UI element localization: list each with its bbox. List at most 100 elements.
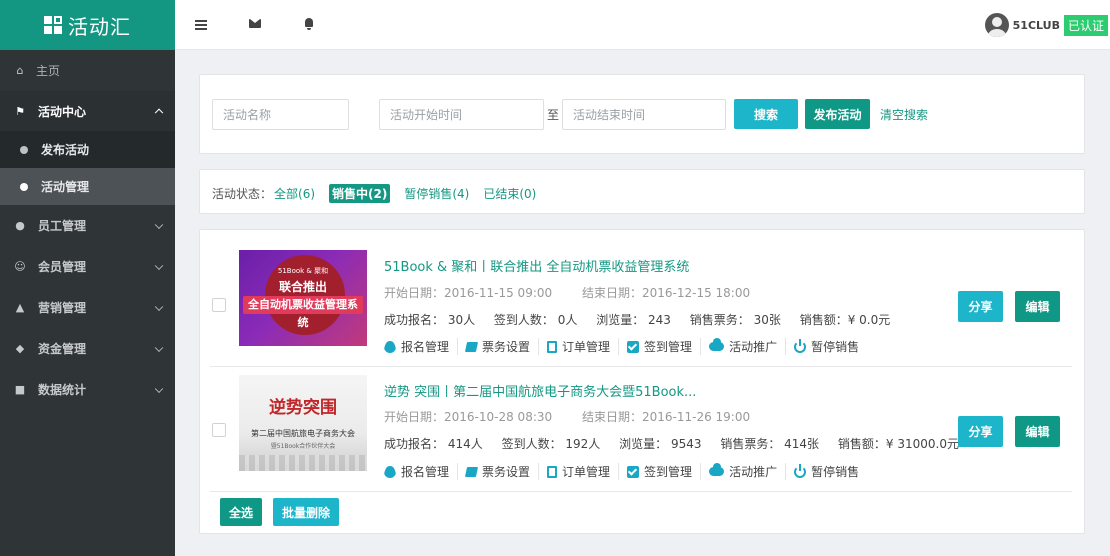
- row-checkbox[interactable]: [212, 298, 226, 312]
- select-all-button[interactable]: 全选: [220, 498, 262, 526]
- action-label: 订单管理: [562, 340, 611, 354]
- checkin-count: 签到人数： 0人: [493, 313, 578, 327]
- sidebar-item-activity-center[interactable]: ⚑ 活动中心: [0, 91, 175, 131]
- chevron-up-icon: [154, 108, 164, 118]
- status-filter: 活动状态： 全部(6) 销售中(2) 暂停销售(4) 已结束(0): [212, 184, 550, 203]
- tickets-sold: 销售票务： 414张: [720, 437, 820, 451]
- list-item: 51Book & 聚和 联合推出 全自动机票收益管理系统 51Book & 聚和…: [200, 240, 1084, 364]
- cloud-icon: [709, 463, 725, 476]
- ticket-settings-link[interactable]: 票务设置: [464, 338, 540, 355]
- action-label: 票务设置: [482, 465, 531, 479]
- signup-count: 成功报名： 414人: [384, 437, 483, 451]
- action-label: 活动推广: [729, 465, 778, 479]
- status-paused[interactable]: 暂停销售(4): [404, 185, 469, 202]
- thumb-line: 第二届中国航旅电子商务大会: [251, 429, 355, 438]
- sidebar-item-funds[interactable]: ◆ 资金管理: [0, 328, 175, 369]
- revenue: 销售额：¥ 31000.0元: [837, 437, 959, 451]
- sidebar-subitem-manage[interactable]: 活动管理: [0, 168, 175, 205]
- start-time-input[interactable]: [379, 99, 544, 130]
- sidebar-item-label: 数据统计: [38, 383, 87, 397]
- search-panel: 至 搜索 发布活动 清空搜索: [199, 74, 1085, 154]
- checkin-management-link[interactable]: 签到管理: [627, 463, 702, 480]
- range-separator: 至: [547, 108, 560, 122]
- registration-management-link[interactable]: 报名管理: [384, 463, 459, 480]
- signup-count: 成功报名： 30人: [384, 313, 476, 327]
- status-ended[interactable]: 已结束(0): [483, 185, 536, 202]
- app-logo[interactable]: 活动汇: [0, 0, 175, 50]
- thumb-band: 全自动机票收益管理系统: [243, 296, 363, 329]
- activity-stats: 成功报名： 414人 签到人数： 192人 浏览量： 9543 销售票务： 41…: [384, 435, 974, 452]
- sidebar-item-staff[interactable]: ● 员工管理: [0, 205, 175, 246]
- smile-icon: ☺: [14, 260, 26, 273]
- power-icon: [794, 338, 807, 353]
- activity-name-input[interactable]: [212, 99, 349, 130]
- sidebar-item-members[interactable]: ☺ 会员管理: [0, 246, 175, 287]
- ticket-icon: [464, 466, 479, 477]
- end-time-input[interactable]: [562, 99, 726, 130]
- action-label: 活动推广: [729, 340, 778, 354]
- chevron-down-icon: [154, 302, 164, 311]
- clear-search-link[interactable]: 清空搜索: [880, 106, 928, 123]
- person-icon: [384, 465, 396, 478]
- batch-delete-button[interactable]: 批量删除: [273, 498, 339, 526]
- row-checkbox[interactable]: [212, 423, 226, 437]
- checkin-management-link[interactable]: 签到管理: [627, 338, 702, 355]
- view-count: 浏览量： 9543: [619, 437, 702, 451]
- pause-sales-link[interactable]: 暂停销售: [794, 338, 867, 355]
- activity-title[interactable]: 51Book & 聚和丨联合推出 全自动机票收益管理系统: [384, 256, 689, 275]
- power-icon: [794, 463, 807, 478]
- sidebar-item-statistics[interactable]: ■ 数据统计: [0, 369, 175, 410]
- pause-sales-link[interactable]: 暂停销售: [794, 463, 867, 480]
- home-icon: ⌂: [16, 64, 24, 77]
- activity-actions: 报名管理 票务设置 订单管理 签到管理 活动推广 暂停销售: [384, 463, 875, 480]
- check-square-icon: [627, 465, 640, 478]
- search-button[interactable]: 搜索: [734, 99, 798, 129]
- activity-title[interactable]: 逆势 突围丨第二届中国航旅电子商务大会暨51Book...: [384, 381, 696, 400]
- mail-icon[interactable]: [249, 19, 261, 28]
- sidebar-item-label: 资金管理: [38, 342, 87, 356]
- users-icon: ●: [15, 219, 25, 232]
- promotion-link[interactable]: 活动推广: [709, 463, 787, 480]
- activity-dates: 开始日期：2016-11-15 09:00 结束日期：2016-12-15 18…: [384, 284, 776, 301]
- share-button[interactable]: 分享: [958, 291, 1003, 322]
- end-date: 结束日期：2016-12-15 18:00: [581, 286, 751, 300]
- edit-button[interactable]: 编辑: [1015, 416, 1060, 447]
- sidebar-item-label: 发布活动: [41, 143, 90, 157]
- promotion-link[interactable]: 活动推广: [709, 338, 787, 355]
- row-divider: [210, 491, 1072, 492]
- user-menu[interactable]: 51CLUB 已认证: [984, 13, 1108, 37]
- thumb-line: 联合推出: [278, 280, 327, 294]
- bullet-icon: [20, 182, 28, 191]
- sidebar-item-label: 活动管理: [41, 180, 90, 194]
- status-label: 活动状态：: [212, 187, 273, 201]
- checkin-count: 签到人数： 192人: [501, 437, 601, 451]
- bell-icon[interactable]: [305, 18, 313, 30]
- sidebar-subitem-publish[interactable]: 发布活动: [0, 131, 175, 168]
- thumbs-up-icon: ▲: [15, 301, 25, 314]
- chevron-down-icon: [154, 220, 164, 229]
- registration-management-link[interactable]: 报名管理: [384, 338, 459, 355]
- ticket-settings-link[interactable]: 票务设置: [464, 463, 540, 480]
- bar-chart-icon: ■: [14, 383, 26, 396]
- start-date: 开始日期：2016-11-15 09:00: [384, 286, 553, 300]
- thumb-line: 暨51Book合作伙伴大会: [270, 443, 336, 450]
- status-selling[interactable]: 销售中(2): [329, 184, 391, 203]
- logo-icon: [44, 16, 62, 34]
- clipboard-icon: [547, 465, 558, 478]
- chevron-down-icon: [154, 384, 164, 393]
- activity-thumbnail[interactable]: 逆势突围 第二届中国航旅电子商务大会 暨51Book合作伙伴大会: [239, 375, 367, 471]
- activity-thumbnail[interactable]: 51Book & 聚和 联合推出 全自动机票收益管理系统: [239, 250, 367, 346]
- sidebar-item-marketing[interactable]: ▲ 营销管理: [0, 287, 175, 328]
- order-management-link[interactable]: 订单管理: [547, 338, 620, 355]
- edit-button[interactable]: 编辑: [1015, 291, 1060, 322]
- avatar: [984, 13, 1009, 37]
- menu-icon[interactable]: [195, 20, 207, 30]
- share-button[interactable]: 分享: [958, 416, 1003, 447]
- publish-activity-button[interactable]: 发布活动: [805, 99, 870, 129]
- bullet-icon: [20, 145, 28, 154]
- sidebar-item-home[interactable]: ⌂ 主页: [0, 50, 175, 91]
- action-label: 报名管理: [401, 340, 450, 354]
- status-all[interactable]: 全部(6): [274, 185, 315, 202]
- sidebar-item-label: 活动中心: [38, 104, 87, 119]
- order-management-link[interactable]: 订单管理: [547, 463, 620, 480]
